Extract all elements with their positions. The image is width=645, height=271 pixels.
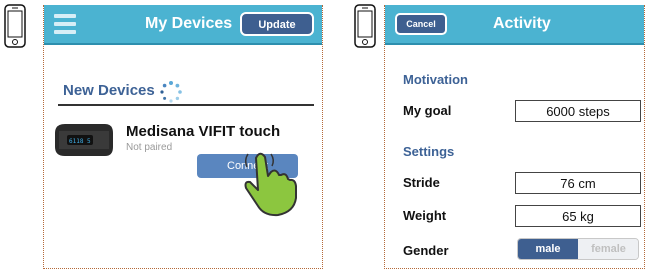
goal-field[interactable]: 6000 steps <box>515 100 641 122</box>
gender-option-female[interactable]: female <box>578 239 638 259</box>
activity-screen: Cancel Activity Motivation My goal 6000 … <box>384 5 645 269</box>
gender-toggle: male female <box>517 238 639 260</box>
motivation-heading: Motivation <box>403 72 468 87</box>
top-bar: My Devices Update <box>44 5 322 45</box>
stride-field[interactable]: 76 cm <box>515 172 641 194</box>
cancel-button[interactable]: Cancel <box>395 13 447 35</box>
stride-label: Stride <box>403 175 440 190</box>
page-title: Activity <box>493 15 551 32</box>
phone-icon <box>354 4 376 48</box>
new-devices-heading: New Devices <box>63 82 155 99</box>
spinner-icon <box>160 81 182 103</box>
phone-icon <box>4 4 26 48</box>
settings-heading: Settings <box>403 144 455 159</box>
page-title: My Devices <box>145 15 233 32</box>
update-button[interactable]: Update <box>240 12 314 36</box>
device-status: Not paired <box>126 142 173 153</box>
gender-label: Gender <box>403 243 449 258</box>
menu-icon[interactable] <box>54 14 76 34</box>
tap-hand-icon <box>244 152 297 217</box>
weight-field[interactable]: 65 kg <box>515 205 641 227</box>
section-divider <box>58 104 314 106</box>
goal-label: My goal <box>403 103 452 118</box>
fitness-band-icon: 6118 5 <box>55 124 113 156</box>
gender-option-male[interactable]: male <box>518 239 578 259</box>
device-name: Medisana VIFIT touch <box>126 123 281 140</box>
weight-label: Weight <box>403 208 447 223</box>
top-bar: Cancel Activity <box>385 5 644 45</box>
band-display: 6118 5 <box>69 138 91 145</box>
my-devices-screen: My Devices Update New Devices 6118 5 Med… <box>43 5 323 269</box>
